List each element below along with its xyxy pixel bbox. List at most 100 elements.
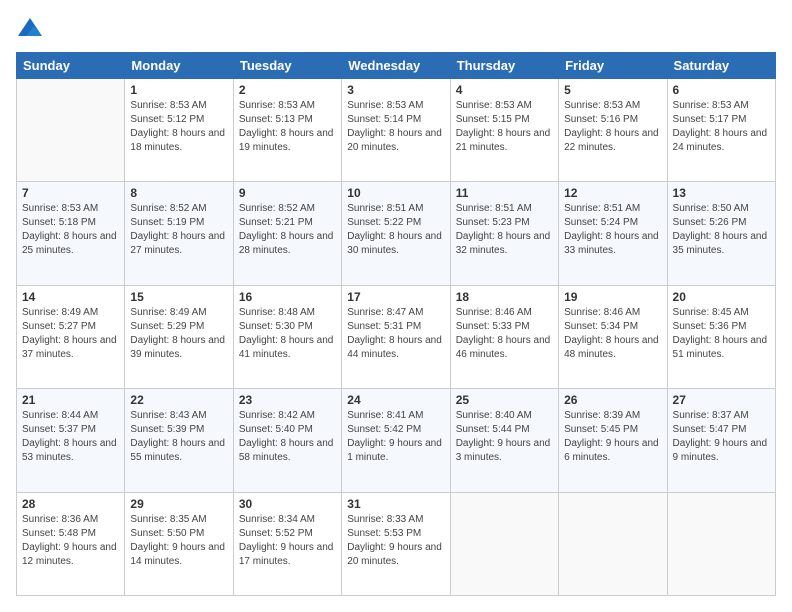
day-number: 5 [564,83,661,97]
day-number: 13 [673,186,770,200]
day-number: 30 [239,497,336,511]
day-number: 12 [564,186,661,200]
weekday-header: Tuesday [233,53,341,79]
sunset: Sunset: 5:47 PM [673,424,747,435]
sunrise: Sunrise: 8:44 AM [22,410,98,421]
sunrise: Sunrise: 8:43 AM [130,410,206,421]
sunset: Sunset: 5:26 PM [673,217,747,228]
day-info: Sunrise: 8:51 AM Sunset: 5:24 PM Dayligh… [564,202,661,258]
daylight: Daylight: 9 hours and 1 minute. [347,438,442,463]
daylight: Daylight: 8 hours and 46 minutes. [456,335,551,360]
daylight: Daylight: 8 hours and 20 minutes. [347,128,442,153]
day-number: 31 [347,497,444,511]
day-info: Sunrise: 8:43 AM Sunset: 5:39 PM Dayligh… [130,409,227,465]
day-info: Sunrise: 8:49 AM Sunset: 5:29 PM Dayligh… [130,306,227,362]
sunrise: Sunrise: 8:53 AM [239,100,315,111]
day-number: 3 [347,83,444,97]
calendar-week-row: 14 Sunrise: 8:49 AM Sunset: 5:27 PM Dayl… [17,285,776,388]
calendar-day-cell: 27 Sunrise: 8:37 AM Sunset: 5:47 PM Dayl… [667,389,775,492]
daylight: Daylight: 9 hours and 12 minutes. [22,542,117,567]
daylight: Daylight: 8 hours and 48 minutes. [564,335,659,360]
day-info: Sunrise: 8:51 AM Sunset: 5:22 PM Dayligh… [347,202,444,258]
calendar-day-cell: 5 Sunrise: 8:53 AM Sunset: 5:16 PM Dayli… [559,79,667,182]
day-info: Sunrise: 8:41 AM Sunset: 5:42 PM Dayligh… [347,409,444,465]
sunset: Sunset: 5:29 PM [130,321,204,332]
calendar-day-cell [667,492,775,595]
day-number: 1 [130,83,227,97]
calendar-day-cell: 2 Sunrise: 8:53 AM Sunset: 5:13 PM Dayli… [233,79,341,182]
sunrise: Sunrise: 8:50 AM [673,203,749,214]
logo [16,16,48,44]
day-number: 26 [564,393,661,407]
daylight: Daylight: 8 hours and 58 minutes. [239,438,334,463]
sunset: Sunset: 5:45 PM [564,424,638,435]
daylight: Daylight: 8 hours and 32 minutes. [456,231,551,256]
sunrise: Sunrise: 8:53 AM [456,100,532,111]
daylight: Daylight: 9 hours and 6 minutes. [564,438,659,463]
calendar-day-cell: 13 Sunrise: 8:50 AM Sunset: 5:26 PM Dayl… [667,182,775,285]
day-number: 15 [130,290,227,304]
day-info: Sunrise: 8:50 AM Sunset: 5:26 PM Dayligh… [673,202,770,258]
day-info: Sunrise: 8:52 AM Sunset: 5:21 PM Dayligh… [239,202,336,258]
day-number: 21 [22,393,119,407]
calendar-table: SundayMondayTuesdayWednesdayThursdayFrid… [16,52,776,596]
daylight: Daylight: 9 hours and 17 minutes. [239,542,334,567]
calendar-week-row: 7 Sunrise: 8:53 AM Sunset: 5:18 PM Dayli… [17,182,776,285]
sunset: Sunset: 5:13 PM [239,114,313,125]
day-number: 17 [347,290,444,304]
daylight: Daylight: 8 hours and 19 minutes. [239,128,334,153]
calendar-day-cell [450,492,558,595]
calendar-day-cell: 21 Sunrise: 8:44 AM Sunset: 5:37 PM Dayl… [17,389,125,492]
calendar-day-cell: 24 Sunrise: 8:41 AM Sunset: 5:42 PM Dayl… [342,389,450,492]
daylight: Daylight: 8 hours and 25 minutes. [22,231,117,256]
sunrise: Sunrise: 8:45 AM [673,307,749,318]
day-info: Sunrise: 8:53 AM Sunset: 5:13 PM Dayligh… [239,99,336,155]
day-info: Sunrise: 8:53 AM Sunset: 5:18 PM Dayligh… [22,202,119,258]
daylight: Daylight: 8 hours and 35 minutes. [673,231,768,256]
sunset: Sunset: 5:12 PM [130,114,204,125]
calendar-day-cell: 26 Sunrise: 8:39 AM Sunset: 5:45 PM Dayl… [559,389,667,492]
sunset: Sunset: 5:27 PM [22,321,96,332]
day-info: Sunrise: 8:46 AM Sunset: 5:34 PM Dayligh… [564,306,661,362]
sunset: Sunset: 5:23 PM [456,217,530,228]
sunrise: Sunrise: 8:39 AM [564,410,640,421]
daylight: Daylight: 8 hours and 51 minutes. [673,335,768,360]
day-number: 6 [673,83,770,97]
weekday-header: Saturday [667,53,775,79]
sunset: Sunset: 5:53 PM [347,528,421,539]
day-number: 9 [239,186,336,200]
sunrise: Sunrise: 8:37 AM [673,410,749,421]
day-info: Sunrise: 8:51 AM Sunset: 5:23 PM Dayligh… [456,202,553,258]
calendar-day-cell: 23 Sunrise: 8:42 AM Sunset: 5:40 PM Dayl… [233,389,341,492]
daylight: Daylight: 8 hours and 24 minutes. [673,128,768,153]
sunrise: Sunrise: 8:40 AM [456,410,532,421]
sunrise: Sunrise: 8:48 AM [239,307,315,318]
calendar-day-cell: 17 Sunrise: 8:47 AM Sunset: 5:31 PM Dayl… [342,285,450,388]
sunrise: Sunrise: 8:35 AM [130,514,206,525]
calendar-day-cell: 16 Sunrise: 8:48 AM Sunset: 5:30 PM Dayl… [233,285,341,388]
sunset: Sunset: 5:44 PM [456,424,530,435]
sunrise: Sunrise: 8:53 AM [347,100,423,111]
day-info: Sunrise: 8:36 AM Sunset: 5:48 PM Dayligh… [22,513,119,569]
daylight: Daylight: 8 hours and 28 minutes. [239,231,334,256]
sunset: Sunset: 5:48 PM [22,528,96,539]
sunrise: Sunrise: 8:52 AM [239,203,315,214]
sunrise: Sunrise: 8:34 AM [239,514,315,525]
calendar-day-cell: 30 Sunrise: 8:34 AM Sunset: 5:52 PM Dayl… [233,492,341,595]
daylight: Daylight: 8 hours and 44 minutes. [347,335,442,360]
sunrise: Sunrise: 8:51 AM [347,203,423,214]
sunset: Sunset: 5:50 PM [130,528,204,539]
day-info: Sunrise: 8:39 AM Sunset: 5:45 PM Dayligh… [564,409,661,465]
weekday-header: Friday [559,53,667,79]
daylight: Daylight: 8 hours and 41 minutes. [239,335,334,360]
weekday-header: Monday [125,53,233,79]
day-info: Sunrise: 8:45 AM Sunset: 5:36 PM Dayligh… [673,306,770,362]
logo-icon [16,16,44,44]
daylight: Daylight: 8 hours and 33 minutes. [564,231,659,256]
day-number: 2 [239,83,336,97]
sunset: Sunset: 5:17 PM [673,114,747,125]
sunset: Sunset: 5:42 PM [347,424,421,435]
day-info: Sunrise: 8:47 AM Sunset: 5:31 PM Dayligh… [347,306,444,362]
calendar-day-cell: 6 Sunrise: 8:53 AM Sunset: 5:17 PM Dayli… [667,79,775,182]
sunset: Sunset: 5:34 PM [564,321,638,332]
